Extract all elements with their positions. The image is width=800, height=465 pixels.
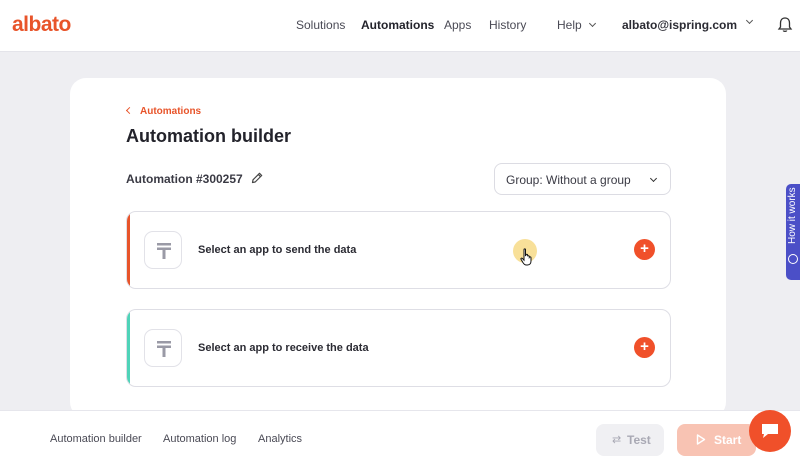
- start-button-label: Start: [714, 433, 742, 447]
- footer-tab-automation-builder[interactable]: Automation builder: [50, 433, 142, 445]
- add-action-button[interactable]: +: [634, 337, 655, 358]
- nav-apps[interactable]: Apps: [444, 18, 471, 32]
- chevron-down-icon[interactable]: [745, 16, 754, 25]
- nav-history[interactable]: History: [489, 18, 526, 32]
- nav-solutions[interactable]: Solutions: [296, 18, 345, 32]
- breadcrumb-back-link[interactable]: Automations: [125, 106, 202, 117]
- hand-cursor-icon: [520, 248, 532, 266]
- step-accent-bar: [127, 310, 130, 386]
- chat-support-button[interactable]: [749, 410, 791, 452]
- step-accent-bar: [127, 212, 130, 288]
- chevron-left-icon: [125, 106, 134, 115]
- footer-tab-analytics[interactable]: Analytics: [258, 433, 302, 445]
- chevron-down-icon: [588, 19, 596, 28]
- nav-help-label: Help: [557, 18, 582, 32]
- test-button-label: Test: [627, 433, 651, 447]
- page-title: Automation builder: [126, 126, 291, 146]
- play-icon: [696, 434, 706, 445]
- trigger-step-card[interactable]: Select an app to send the data +: [126, 211, 671, 289]
- chevron-down-icon: [649, 174, 658, 183]
- automation-id: Automation #300257: [126, 172, 243, 186]
- bottom-toolbar: Automation builder Automation log Analyt…: [0, 410, 800, 465]
- action-step-card[interactable]: Select an app to receive the data +: [126, 309, 671, 387]
- user-account-menu[interactable]: albato@ispring.com: [622, 18, 737, 32]
- nav-automations[interactable]: Automations: [361, 18, 434, 32]
- footer-tab-automation-log[interactable]: Automation log: [163, 433, 236, 445]
- help-circle-icon: [788, 254, 798, 264]
- app-placeholder-icon: [144, 231, 182, 269]
- how-it-works-label: How it works: [787, 187, 798, 244]
- app-placeholder-icon: [144, 329, 182, 367]
- group-select[interactable]: Group: Without a group: [494, 163, 671, 195]
- breadcrumb-label: Automations: [140, 106, 202, 117]
- add-trigger-button[interactable]: +: [634, 239, 655, 260]
- chat-bubble-icon: [762, 424, 778, 438]
- start-button[interactable]: Start: [677, 424, 756, 456]
- trigger-step-label: Select an app to send the data: [198, 244, 357, 256]
- group-select-value: Group: Without a group: [506, 173, 631, 187]
- albato-logo[interactable]: albato: [12, 13, 71, 37]
- nav-help-menu[interactable]: Help: [557, 18, 596, 32]
- action-step-label: Select an app to receive the data: [198, 342, 369, 354]
- how-it-works-tab[interactable]: How it works: [786, 184, 800, 280]
- test-button[interactable]: ⇄ Test: [596, 424, 664, 456]
- bell-icon[interactable]: [776, 16, 794, 34]
- swap-arrows-icon: ⇄: [612, 434, 622, 446]
- pencil-icon[interactable]: [250, 171, 264, 185]
- top-navigation-bar: albato Solutions Automations Apps Histor…: [0, 0, 800, 52]
